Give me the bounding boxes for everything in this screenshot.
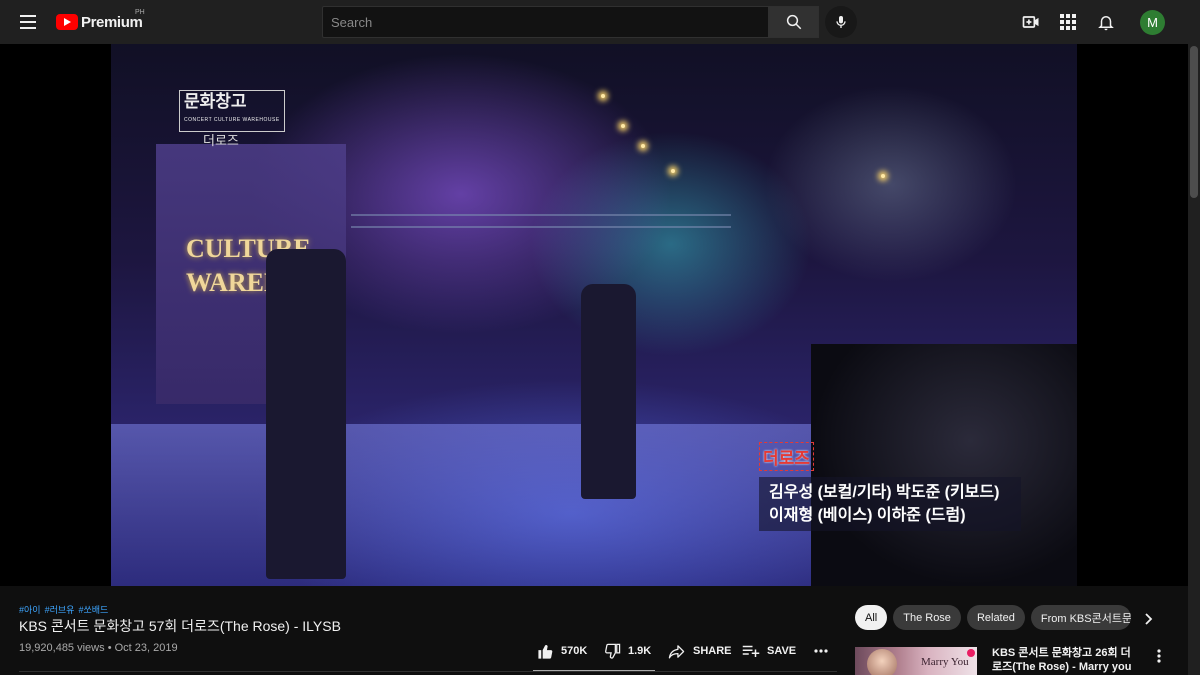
stage-light [671, 169, 675, 173]
thumbs-down-icon [605, 643, 621, 659]
program-logo-band: 더로즈 [203, 133, 239, 148]
notifications-bell-icon [1098, 16, 1114, 31]
create-video-icon [1022, 16, 1039, 28]
caption-line: 이재형 (베이스) 이하준 (드럼) [769, 507, 966, 524]
program-logo: 문화창고 CONCERT CULTURE WAREHOUSE [179, 90, 285, 132]
hashtag-link[interactable]: #러브유 [45, 605, 75, 615]
mic-icon [836, 16, 846, 28]
meta-separator: • [107, 642, 112, 654]
thumbnail-text: Marry You [921, 656, 969, 668]
program-logo-subtext: CONCERT CULTURE WAREHOUSE [184, 117, 280, 123]
recommended-menu-button[interactable] [1152, 648, 1166, 664]
recommended-title[interactable]: KBS 콘서트 문화창고 26회 더 로즈(The Rose) - Marry … [992, 646, 1142, 674]
singer-figure [581, 284, 636, 499]
share-label: SHARE [693, 645, 732, 657]
more-actions-button[interactable] [812, 642, 830, 660]
stage-light [621, 124, 625, 128]
apps-grid-icon [1060, 14, 1076, 30]
chevron-right-icon [1145, 613, 1153, 625]
more-horizontal-icon [814, 649, 828, 653]
info-divider [19, 671, 837, 672]
stage-light [641, 144, 645, 148]
chip-the-rose[interactable]: The Rose [893, 605, 961, 630]
youtube-premium-logo[interactable]: Premium [56, 12, 143, 32]
logo-text: Premium [81, 13, 143, 31]
hashtag-link[interactable]: #쏘배드 [78, 605, 108, 615]
search-input[interactable] [323, 7, 768, 37]
share-button[interactable]: SHARE [667, 641, 732, 661]
scrollbar-thumb[interactable] [1190, 46, 1198, 198]
chip-from-channel[interactable]: From KBS콘서트문화창고 [1030, 605, 1131, 630]
stage-light [881, 174, 885, 178]
view-count: 19,920,485 views [19, 642, 105, 654]
upload-date: Oct 23, 2019 [114, 642, 178, 654]
page-scrollbar[interactable] [1188, 44, 1200, 675]
thumbs-up-icon [538, 644, 553, 659]
chip-related[interactable]: Related [966, 605, 1025, 630]
related-filter-chips: All The Rose Related From KBS콘서트문화창고 [855, 605, 1137, 630]
region-code: PH [135, 9, 145, 16]
thumbnail-face [867, 649, 897, 675]
video-meta: 19,920,485 views • Oct 23, 2019 [19, 642, 178, 654]
stage-floor [111, 424, 871, 586]
hashtag-link[interactable]: #아이 [19, 605, 41, 615]
apps-button[interactable] [1056, 10, 1080, 34]
voice-search-button[interactable] [825, 6, 857, 38]
video-player[interactable]: CULTURE WAREHO 문화창고 CONCERT CULTURE WARE… [111, 44, 1077, 586]
account-avatar[interactable]: M [1140, 10, 1165, 35]
search-icon [786, 14, 802, 30]
program-logo-text: 문화창고 [184, 92, 247, 111]
guitarist-figure [266, 249, 346, 579]
add-to-playlist-icon [742, 645, 760, 657]
band-caption: 더로즈 김우성 (보컬/기타) 박도준 (키보드) 이재형 (베이스) 이하준 … [759, 442, 1021, 534]
stage-truss [351, 214, 731, 228]
chip-all[interactable]: All [855, 605, 888, 630]
notifications-button[interactable] [1094, 10, 1118, 34]
stage-light [601, 94, 605, 98]
caption-members: 김우성 (보컬/기타) 박도준 (키보드) 이재형 (베이스) 이하준 (드럼) [759, 477, 1021, 531]
search-box [322, 6, 769, 38]
heart-icon [967, 649, 975, 657]
youtube-play-icon [56, 14, 78, 30]
caption-band-name: 더로즈 [759, 442, 814, 471]
recommended-thumbnail[interactable]: Marry You [855, 647, 977, 675]
caption-line: 김우성 (보컬/기타) 박도준 (키보드) [769, 484, 1000, 501]
dislike-count: 1.9K [628, 645, 652, 657]
create-button[interactable] [1019, 10, 1043, 34]
menu-icon[interactable] [18, 12, 38, 32]
dislike-button[interactable]: 1.9K [604, 641, 651, 661]
share-arrow-icon [668, 644, 685, 659]
save-button[interactable]: SAVE [742, 641, 796, 661]
hashtags: #아이 #러브유 #쏘배드 [19, 603, 112, 616]
video-title: KBS 콘서트 문화창고 57회 더로즈(The Rose) - ILYSB [19, 618, 341, 634]
chips-next-button[interactable] [1140, 610, 1158, 628]
save-label: SAVE [767, 645, 797, 657]
like-button[interactable]: 570K [537, 641, 587, 661]
search-button[interactable] [769, 6, 819, 38]
like-count: 570K [561, 645, 588, 657]
more-vertical-icon [1157, 649, 1161, 663]
masthead: Premium PH M [0, 0, 1200, 44]
